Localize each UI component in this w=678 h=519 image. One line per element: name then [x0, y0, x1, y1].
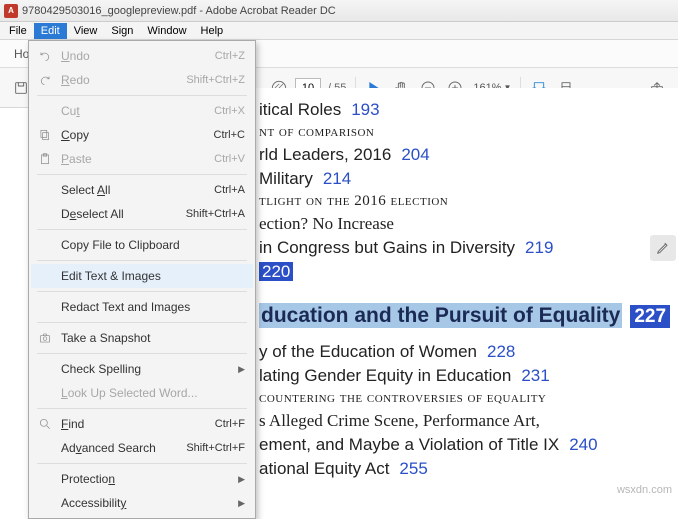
redo-icon	[37, 72, 53, 88]
toc-entry: lating Gender Equity in Education231	[259, 366, 674, 386]
menu-undo[interactable]: Undo Ctrl+Z	[31, 44, 253, 68]
toc-entry: ement, and Maybe a Violation of Title IX…	[259, 435, 674, 455]
toc-heading: countering the controversies of equality	[259, 390, 674, 407]
toc-entry: in Congress but Gains in Diversity219	[259, 238, 674, 258]
toc-entry: ection? No Increase	[259, 214, 674, 234]
menu-lookup-word[interactable]: Look Up Selected Word...	[31, 381, 253, 405]
menu-deselect-all[interactable]: Deselect AllShift+Ctrl+A	[31, 202, 253, 226]
toc-entry: 220	[259, 262, 674, 282]
menu-edit[interactable]: Edit	[34, 23, 67, 39]
toc-entry: s Alleged Crime Scene, Performance Art,	[259, 411, 674, 431]
menu-copy-file[interactable]: Copy File to Clipboard	[31, 233, 253, 257]
toc-entry: ational Equity Act255	[259, 459, 674, 479]
toc-entry: Military214	[259, 169, 674, 189]
toc-entry: itical Roles193	[259, 100, 674, 120]
toc-heading: tlight on the 2016 election	[259, 193, 674, 210]
menu-check-spelling[interactable]: Check Spelling▶	[31, 357, 253, 381]
search-icon	[37, 416, 53, 432]
menu-redact[interactable]: Redact Text and Images	[31, 295, 253, 319]
menu-snapshot[interactable]: Take a Snapshot	[31, 326, 253, 350]
toc-entry: rld Leaders, 2016204	[259, 145, 674, 165]
menu-window[interactable]: Window	[140, 23, 193, 39]
menu-copy[interactable]: CopyCtrl+C	[31, 123, 253, 147]
menu-file[interactable]: File	[2, 23, 34, 39]
app-icon: A	[4, 4, 18, 18]
submenu-arrow-icon: ▶	[238, 364, 245, 375]
menu-cut[interactable]: CutCtrl+X	[31, 99, 253, 123]
submenu-arrow-icon: ▶	[238, 474, 245, 485]
menu-select-all[interactable]: Select AllCtrl+A	[31, 178, 253, 202]
menu-edit-text-images[interactable]: Edit Text & Images	[31, 264, 253, 288]
undo-icon	[37, 48, 53, 64]
submenu-arrow-icon: ▶	[238, 498, 245, 509]
titlebar: A 9780429503016_googlepreview.pdf - Adob…	[0, 0, 678, 22]
menu-sign[interactable]: Sign	[104, 23, 140, 39]
copy-icon	[37, 127, 53, 143]
window-title: 9780429503016_googlepreview.pdf - Adobe …	[22, 5, 336, 17]
menu-advanced-search[interactable]: Advanced SearchShift+Ctrl+F	[31, 436, 253, 460]
edit-dropdown: Undo Ctrl+Z Redo Shift+Ctrl+Z CutCtrl+X …	[28, 40, 256, 519]
menu-accessibility[interactable]: Accessibility▶	[31, 491, 253, 515]
edit-annotation-handle[interactable]	[650, 235, 676, 261]
camera-icon	[37, 330, 53, 346]
menu-find[interactable]: FindCtrl+F	[31, 412, 253, 436]
menu-protection[interactable]: Protection▶	[31, 467, 253, 491]
document-page: itical Roles193 nt of comparison rld Lea…	[255, 88, 678, 500]
paste-icon	[37, 151, 53, 167]
section-title-selected: ducation and the Pursuit of Equality227	[259, 304, 674, 328]
watermark: wsxdn.com	[617, 484, 672, 496]
menu-help[interactable]: Help	[194, 23, 231, 39]
menubar: File Edit View Sign Window Help	[0, 22, 678, 40]
menu-redo[interactable]: Redo Shift+Ctrl+Z	[31, 68, 253, 92]
toc-heading: nt of comparison	[259, 124, 674, 141]
toc-entry: y of the Education of Women228	[259, 342, 674, 362]
menu-paste[interactable]: PasteCtrl+V	[31, 147, 253, 171]
menu-view[interactable]: View	[67, 23, 105, 39]
